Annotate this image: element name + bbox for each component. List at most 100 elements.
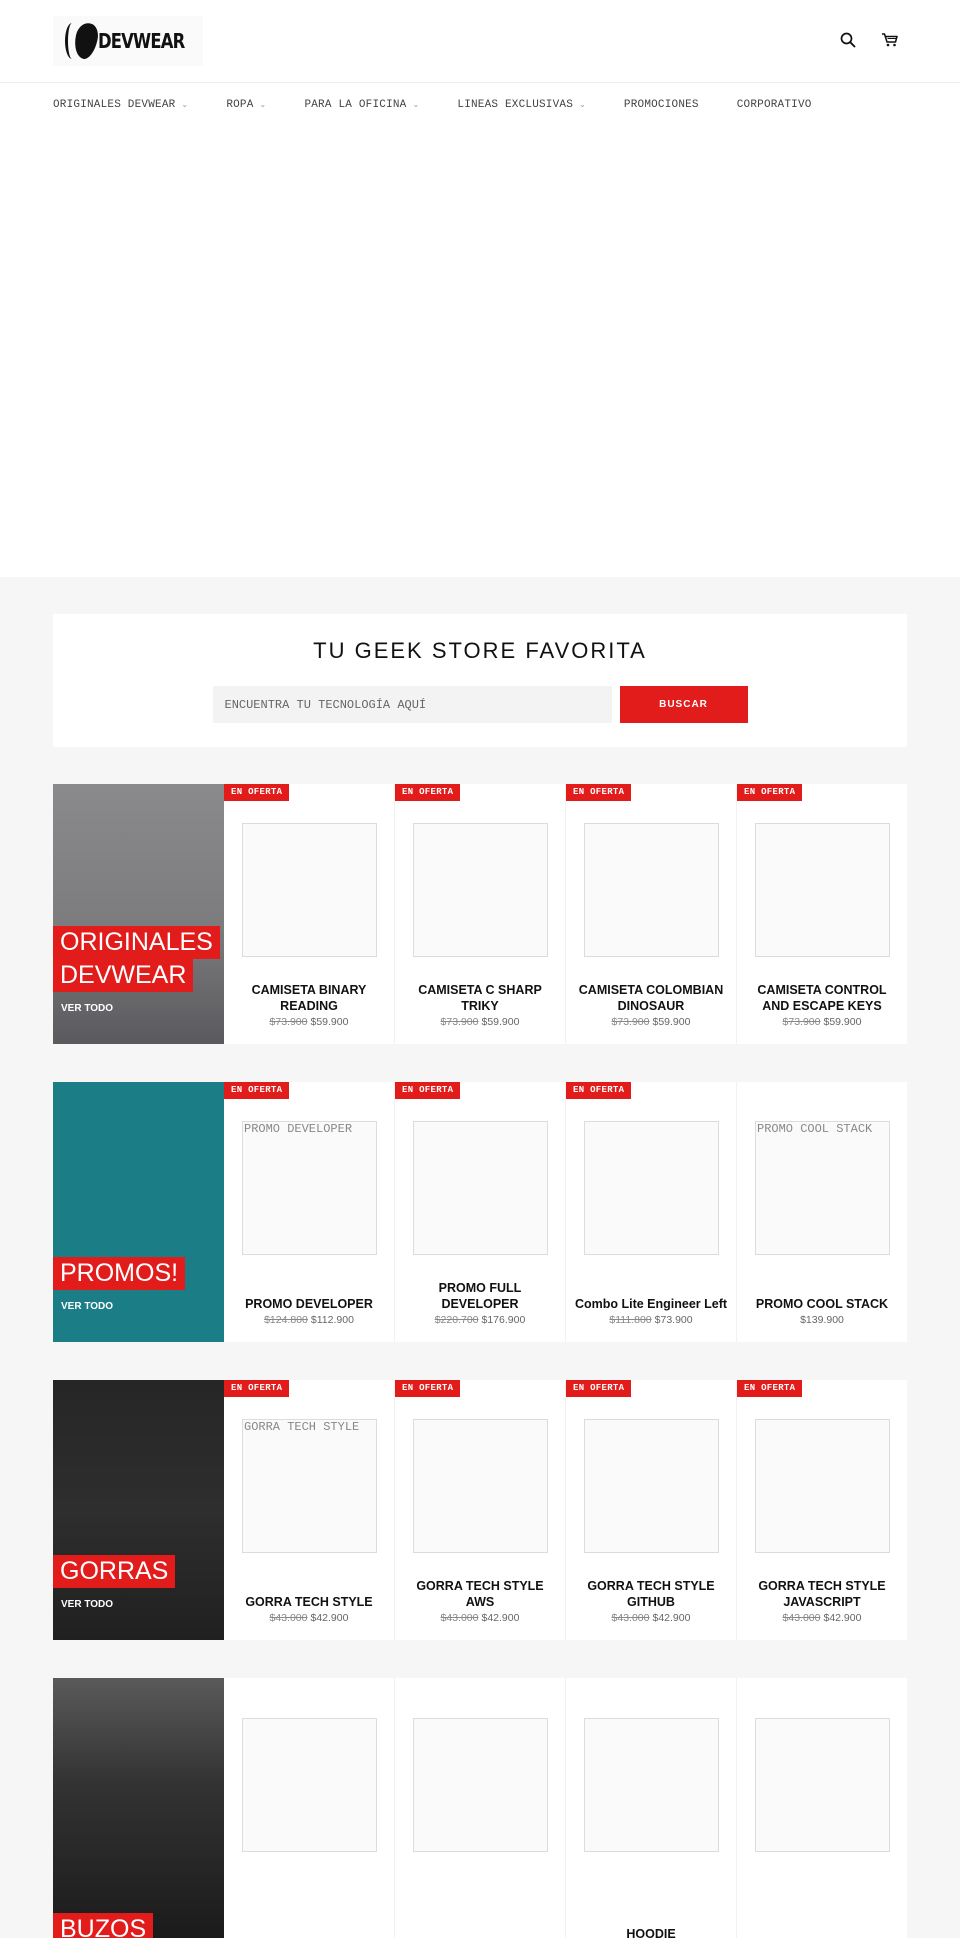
search-input[interactable] (212, 686, 612, 723)
product-image[interactable] (242, 823, 377, 957)
nav-item-label: ROPA (226, 99, 254, 111)
product-image[interactable]: PROMO COOL STACK (755, 1121, 890, 1255)
product-card[interactable]: EN OFERTA CAMISETA COLOMBIAN DINOSAUR $73.… (566, 784, 737, 1044)
collection-title: DEVWEAR (53, 959, 194, 992)
product-image[interactable] (242, 1718, 377, 1852)
sale-badge: EN OFERTA (395, 784, 461, 801)
product-name[interactable]: GORRA TECH STYLE JAVASCRIPT (745, 1578, 899, 1610)
nav-item-originales-devwear[interactable]: ORIGINALES DEVWEAR ⌄ (53, 99, 188, 111)
collection-title: ORIGINALES (53, 926, 220, 959)
product-card[interactable]: EN OFERTA GORRA TECH STYLE GORRA TECH STYL… (224, 1380, 395, 1640)
product-name[interactable]: PROMO DEVELOPER (232, 1296, 386, 1312)
product-image[interactable] (584, 1419, 719, 1553)
nav-item-label: PARA LA OFICINA (304, 99, 407, 111)
search-button[interactable]: BUSCAR (619, 686, 748, 723)
collection-originales-devwear: ORIGINALES DEVWEAR VER TODO EN OFERTA CAMISE… (53, 784, 907, 1044)
product-card[interactable]: EN OFERTA GORRA TECH STYLE AWS $43.000 $42.… (395, 1380, 566, 1640)
product-image[interactable] (413, 1121, 548, 1255)
chevron-down-icon: ⌄ (579, 101, 586, 110)
product-name[interactable]: CAMISETA C SHARP TRIKY (403, 982, 557, 1014)
nav-item-promociones[interactable]: PROMOCIONES (624, 99, 699, 111)
product-name[interactable]: PROMO COOL STACK (745, 1296, 899, 1312)
old-price: $73.900 (611, 1016, 650, 1028)
product-name[interactable]: CAMISETA COLOMBIAN DINOSAUR (574, 982, 728, 1014)
product-name[interactable]: Combo Lite Engineer Left (574, 1296, 728, 1312)
product-card[interactable]: EN OFERTA GORRA TECH STYLE GITHUB $43.000 $… (566, 1380, 737, 1640)
product-name[interactable]: GORRA TECH STYLE (232, 1594, 386, 1610)
search-icon[interactable] (838, 30, 858, 50)
product-card[interactable]: EN OFERTA CAMISETA BINARY READING $73.900 $… (224, 784, 395, 1044)
product-info: CAMISETA BINARY READING $73.900 $59.900 (232, 982, 386, 1028)
view-all-link[interactable]: VER TODO (61, 1599, 113, 1610)
product-image[interactable] (413, 823, 548, 957)
product-card[interactable] (224, 1678, 395, 1938)
product-info: GORRA TECH STYLE JAVASCRIPT $43.000 $42.90… (745, 1578, 899, 1624)
product-name[interactable]: CAMISETA BINARY READING (232, 982, 386, 1014)
product-card[interactable]: EN OFERTA CAMISETA C SHARP TRIKY $73.900 $5… (395, 784, 566, 1044)
product-card[interactable]: EN OFERTA Combo Lite Engineer Left $111.80… (566, 1082, 737, 1342)
chevron-down-icon: ⌄ (412, 101, 420, 110)
product-image[interactable] (584, 823, 719, 957)
product-image[interactable] (584, 1121, 719, 1255)
product-name[interactable]: GORRA TECH STYLE AWS (403, 1578, 557, 1610)
old-price: $43.000 (269, 1612, 308, 1624)
nav-item-label: CORPORATIVO (736, 99, 812, 111)
product-info: PROMO FULL DEVELOPER $220.700 $176.900 (403, 1280, 557, 1326)
sale-price: $176.900 (481, 1314, 526, 1326)
product-price: $73.900 $59.900 (403, 1016, 557, 1028)
old-price: $43.000 (440, 1612, 479, 1624)
product-image[interactable] (755, 1419, 890, 1553)
nav-item-label: PROMOCIONES (623, 99, 699, 111)
old-price: $124.800 (264, 1314, 308, 1326)
product-card[interactable]: EN OFERTA PROMO DEVELOPER PROMO DEVELOPER $… (224, 1082, 395, 1342)
product-image[interactable]: GORRA TECH STYLE (242, 1419, 377, 1553)
product-card[interactable] (395, 1678, 566, 1938)
product-card[interactable]: EN OFERTA GORRA TECH STYLE JAVASCRIPT $43.… (737, 1380, 907, 1640)
product-card[interactable]: HOODIE (566, 1678, 737, 1938)
nav-item-ropa[interactable]: ROPA ⌄ (226, 99, 266, 111)
product-price: $43.000 $42.900 (745, 1612, 899, 1624)
old-price: $73.900 (440, 1016, 479, 1028)
view-all-link[interactable]: VER TODO (61, 1003, 113, 1014)
product-info: PROMO COOL STACK $139.900 (745, 1296, 899, 1326)
old-price: $43.000 (782, 1612, 821, 1624)
product-name[interactable]: PROMO FULL DEVELOPER (403, 1280, 557, 1312)
product-name[interactable]: GORRA TECH STYLE GITHUB (574, 1578, 728, 1610)
product-image[interactable] (584, 1718, 719, 1852)
sale-price: $73.900 (654, 1314, 693, 1326)
product-grid: EN OFERTA PROMO DEVELOPER PROMO DEVELOPER $… (224, 1082, 907, 1342)
search-form: BUSCAR (53, 686, 907, 723)
product-info: HOODIE (574, 1926, 728, 1938)
product-name[interactable]: CAMISETA CONTROL AND ESCAPE KEYS (745, 982, 899, 1014)
product-price: $73.900 $59.900 (745, 1016, 899, 1028)
nav-item-label: ORIGINALES DEVWEAR (53, 99, 176, 111)
product-card[interactable] (737, 1678, 907, 1938)
cart-icon[interactable] (880, 30, 900, 50)
nav-item-para-la-oficina[interactable]: PARA LA OFICINA ⌄ (304, 99, 419, 111)
collection-banner[interactable]: GORRAS VER TODO (53, 1380, 224, 1640)
product-card[interactable]: EN OFERTA CAMISETA CONTROL AND ESCAPE KEY… (737, 784, 907, 1044)
sale-price: $59.900 (652, 1016, 691, 1028)
product-name[interactable]: HOODIE (574, 1926, 728, 1938)
view-all-link[interactable]: VER TODO (61, 1301, 113, 1312)
product-info: CAMISETA CONTROL AND ESCAPE KEYS $73.900 $… (745, 982, 899, 1028)
collection-banner[interactable]: ORIGINALES DEVWEAR VER TODO (53, 784, 224, 1044)
product-image[interactable] (413, 1419, 548, 1553)
product-card[interactable]: EN OFERTA PROMO FULL DEVELOPER $220.700 $17… (395, 1082, 566, 1342)
product-image[interactable]: PROMO DEVELOPER (242, 1121, 377, 1255)
product-image[interactable] (755, 823, 890, 957)
product-info: GORRA TECH STYLE $43.000 $42.900 (232, 1594, 386, 1624)
nav-item-corporativo[interactable]: CORPORATIVO (737, 99, 812, 111)
chevron-down-icon: ⌄ (259, 101, 267, 110)
product-card[interactable]: PROMO COOL STACK PROMO COOL STACK $139.900 (737, 1082, 907, 1342)
collection-banner[interactable]: PROMOS! VER TODO (53, 1082, 224, 1342)
sale-price: $59.900 (481, 1016, 520, 1028)
nav-item-lineas-exclusivas[interactable]: LINEAS EXCLUSIVAS ⌄ (457, 99, 586, 111)
logo[interactable]: DEVWEAR (53, 16, 203, 66)
product-image[interactable] (413, 1718, 548, 1852)
product-image[interactable] (755, 1718, 890, 1852)
collection-banner[interactable]: BUZOS (53, 1678, 224, 1938)
product-info: GORRA TECH STYLE AWS $43.000 $42.900 (403, 1578, 557, 1624)
collection-gorras: GORRAS VER TODO EN OFERTA GORRA TECH STYLE G… (53, 1380, 907, 1640)
site-header: DEVWEAR (0, 0, 960, 83)
